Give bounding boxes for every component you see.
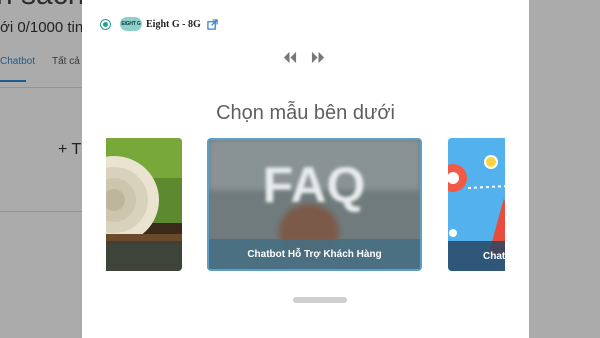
template-card-map[interactable]: Chat [448,138,505,271]
page-name: Eight G - 8G [146,18,201,30]
carousel-scrollbar[interactable] [293,297,347,303]
selected-page[interactable]: EIGHT G Eight G - 8G [100,14,218,34]
page-logo: EIGHT G [120,17,142,31]
radio-dot [103,21,108,27]
template-card-towel[interactable] [106,138,182,271]
template-card-faq[interactable]: FAQ Chatbot Hỗ Trợ Khách Hàng [207,138,422,271]
page-radio[interactable] [100,18,111,30]
template-caption [106,241,182,271]
prev-icon[interactable] [282,51,297,64]
faq-image-text: FAQ [263,157,366,213]
template-caption: Chat [448,241,505,271]
template-picker-modal: EIGHT G Eight G - 8G Chọn mẫu bên dưới F… [82,0,529,338]
carousel-nav [282,51,326,64]
next-icon[interactable] [311,51,326,64]
template-caption: Chatbot Hỗ Trợ Khách Hàng [209,239,420,269]
template-carousel[interactable]: FAQ Chatbot Hỗ Trợ Khách Hàng Chat [106,138,505,273]
modal-heading: Chọn mẫu bên dưới [216,102,395,124]
external-link-icon[interactable] [207,18,218,30]
